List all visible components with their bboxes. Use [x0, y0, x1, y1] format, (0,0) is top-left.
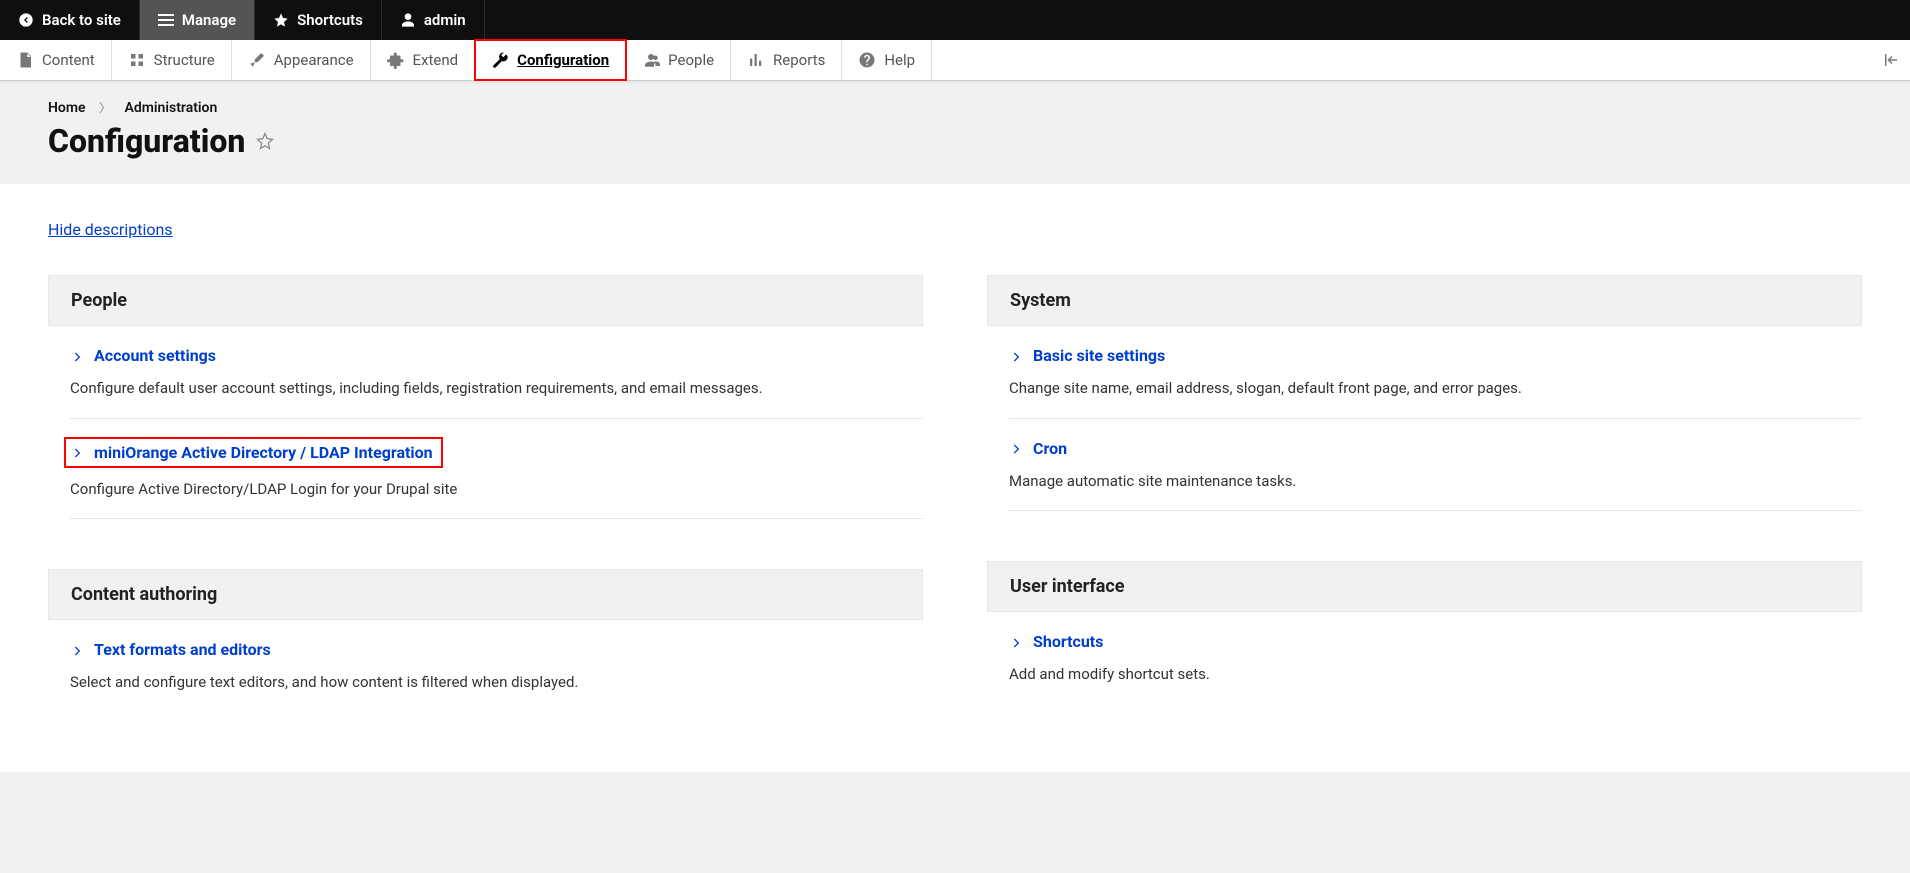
menu-structure-label: Structure: [154, 51, 215, 69]
admin-user-label: admin: [424, 11, 466, 29]
manage-label: Manage: [182, 11, 236, 29]
menu-configuration[interactable]: Configuration: [475, 40, 626, 80]
panel-content-authoring-header: Content authoring: [48, 569, 923, 620]
panel-item-text-formats: Text formats and editors Select and conf…: [70, 620, 923, 712]
menu-help-label: Help: [884, 51, 915, 69]
link-shortcuts[interactable]: Shortcuts: [1009, 630, 1840, 653]
document-icon: [16, 51, 34, 69]
back-to-site-button[interactable]: Back to site: [0, 0, 140, 40]
admin-user-button[interactable]: admin: [382, 0, 485, 40]
link-account-settings-label: Account settings: [94, 346, 216, 365]
collapse-icon: [1882, 51, 1900, 69]
menu-spacer: [932, 40, 1872, 80]
person-icon: [400, 12, 416, 28]
link-basic-site-settings[interactable]: Basic site settings: [1009, 344, 1840, 367]
menu-appearance-label: Appearance: [274, 51, 354, 69]
panel-item-ldap: miniOrange Active Directory / LDAP Integ…: [70, 419, 923, 520]
breadcrumb: Home 〉 Administration: [48, 99, 1862, 116]
breadcrumb-administration[interactable]: Administration: [125, 100, 218, 116]
menu-help[interactable]: Help: [842, 40, 932, 80]
content-area: Hide descriptions People Account setting…: [0, 184, 1910, 772]
page-header: Home 〉 Administration Configuration: [0, 81, 1910, 184]
link-ldap-label: miniOrange Active Directory / LDAP Integ…: [94, 443, 433, 462]
panel-item-cron: Cron Manage automatic site maintenance t…: [1009, 419, 1862, 512]
chevron-right-icon: [1009, 349, 1023, 363]
wrench-icon: [491, 51, 509, 69]
menu-extend[interactable]: Extend: [371, 40, 476, 80]
chevron-left-circle-icon: [18, 12, 34, 28]
menu-collapse-button[interactable]: [1872, 40, 1910, 80]
link-text-formats[interactable]: Text formats and editors: [70, 638, 901, 661]
desc-cron: Manage automatic site maintenance tasks.: [1009, 470, 1840, 493]
manage-button[interactable]: Manage: [140, 0, 255, 40]
link-ldap-integration[interactable]: miniOrange Active Directory / LDAP Integ…: [64, 437, 443, 468]
menu-appearance[interactable]: Appearance: [232, 40, 371, 80]
desc-ldap: Configure Active Directory/LDAP Login fo…: [70, 478, 901, 501]
chevron-right-icon: [70, 349, 84, 363]
chevron-right-icon: [70, 445, 84, 459]
menu-reports-label: Reports: [773, 51, 825, 69]
chevron-right-icon: 〉: [99, 101, 111, 115]
link-basic-site-label: Basic site settings: [1033, 346, 1165, 365]
panel-system-header: System: [987, 275, 1862, 326]
chevron-right-icon: [1009, 635, 1023, 649]
structure-icon: [128, 51, 146, 69]
menu-people-label: People: [668, 51, 714, 69]
chevron-right-icon: [1009, 441, 1023, 455]
panel-ui-header: User interface: [987, 561, 1862, 612]
hide-descriptions-link[interactable]: Hide descriptions: [48, 220, 173, 239]
top-toolbar: Back to site Manage Shortcuts admin: [0, 0, 1910, 40]
menu-structure[interactable]: Structure: [112, 40, 232, 80]
menu-content[interactable]: Content: [0, 40, 112, 80]
link-shortcuts-label: Shortcuts: [1033, 632, 1103, 651]
favorite-star-icon[interactable]: [255, 131, 275, 151]
people-icon: [642, 51, 660, 69]
desc-basic-site: Change site name, email address, slogan,…: [1009, 377, 1840, 400]
star-icon: [273, 12, 289, 28]
shortcuts-button[interactable]: Shortcuts: [255, 0, 382, 40]
back-to-site-label: Back to site: [42, 11, 121, 29]
left-column: People Account settings Configure defaul…: [48, 275, 923, 712]
chart-icon: [747, 51, 765, 69]
menu-configuration-label: Configuration: [517, 51, 609, 69]
help-icon: [858, 51, 876, 69]
link-cron-label: Cron: [1033, 439, 1067, 458]
desc-shortcuts: Add and modify shortcut sets.: [1009, 663, 1840, 686]
admin-menu: Content Structure Appearance Extend Conf…: [0, 40, 1910, 81]
menu-people[interactable]: People: [626, 40, 731, 80]
panel-item-shortcuts: Shortcuts Add and modify shortcut sets.: [1009, 612, 1862, 704]
page-title: Configuration: [48, 122, 245, 160]
menu-extend-label: Extend: [413, 51, 459, 69]
right-column: System Basic site settings Change site n…: [987, 275, 1862, 712]
menu-reports[interactable]: Reports: [731, 40, 842, 80]
desc-text-formats: Select and configure text editors, and h…: [70, 671, 901, 694]
hamburger-icon: [158, 14, 174, 26]
panel-item-account-settings: Account settings Configure default user …: [70, 326, 923, 419]
desc-account-settings: Configure default user account settings,…: [70, 377, 901, 400]
link-text-formats-label: Text formats and editors: [94, 640, 271, 659]
paint-icon: [248, 51, 266, 69]
puzzle-icon: [387, 51, 405, 69]
link-account-settings[interactable]: Account settings: [70, 344, 901, 367]
link-cron[interactable]: Cron: [1009, 437, 1840, 460]
menu-content-label: Content: [42, 51, 95, 69]
breadcrumb-home[interactable]: Home: [48, 100, 86, 116]
shortcuts-label: Shortcuts: [297, 11, 363, 29]
panel-item-basic-site: Basic site settings Change site name, em…: [1009, 326, 1862, 419]
panel-people-header: People: [48, 275, 923, 326]
chevron-right-icon: [70, 643, 84, 657]
